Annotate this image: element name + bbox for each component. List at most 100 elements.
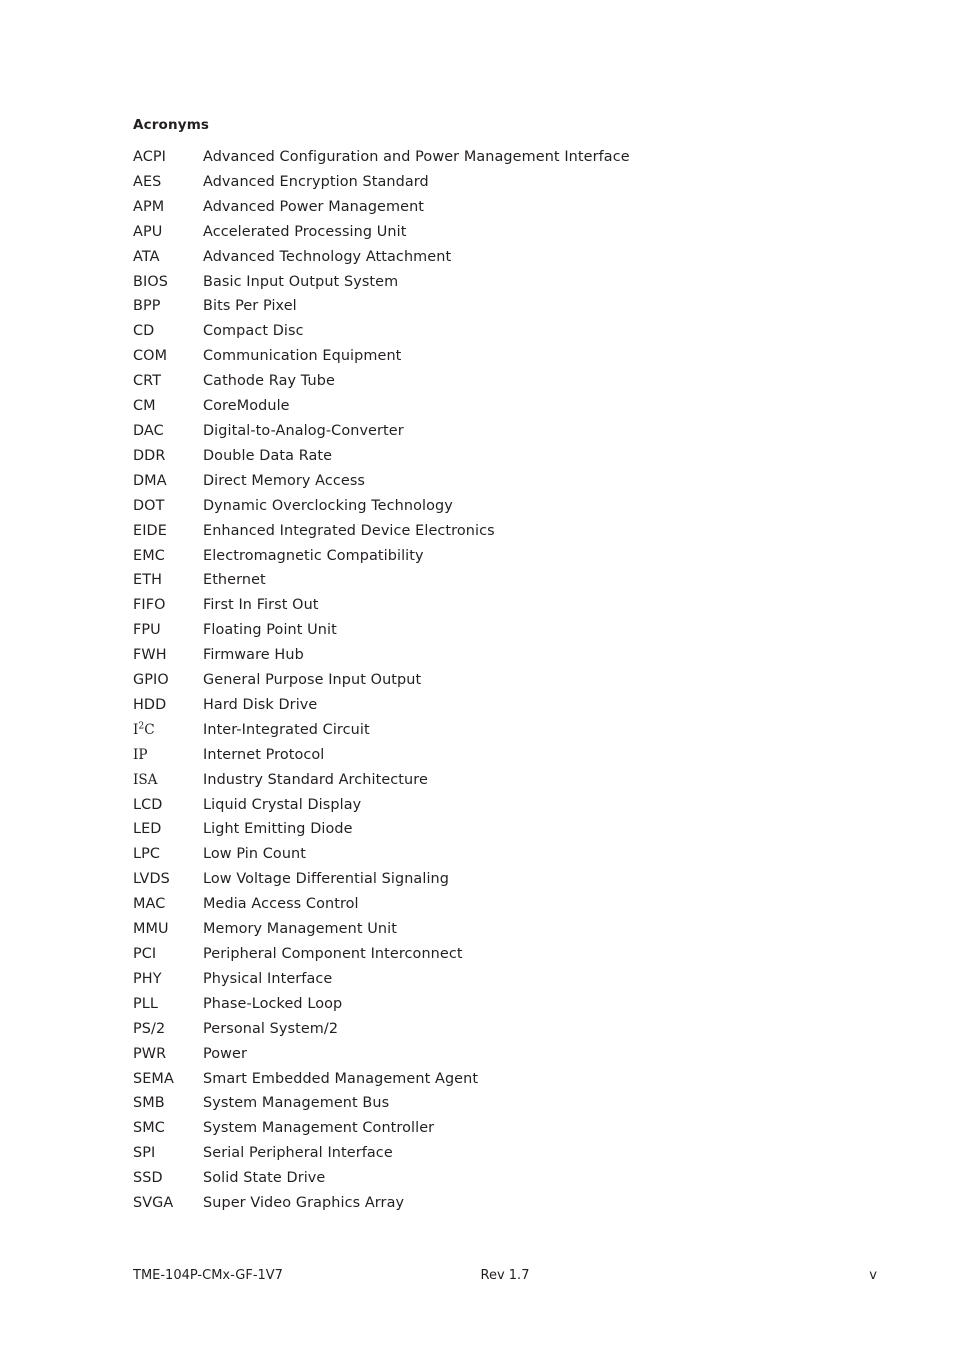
acronym-definition: Memory Management Unit [203, 921, 397, 938]
acronym-term: FPU [133, 622, 161, 639]
acronym-definition: Advanced Power Management [203, 198, 425, 215]
acronym-row: MAC Media Access Control [133, 896, 893, 921]
acronym-row: BIOS Basic Input Output System [133, 274, 893, 299]
acronym-row: PLL Phase-Locked Loop [133, 996, 893, 1021]
acronym-term: SPI [133, 1145, 156, 1162]
acronym-row: SSD Solid State Drive [133, 1170, 893, 1195]
acronym-row: HDD Hard Disk Drive [133, 697, 893, 722]
acronym-row: DAC Digital-to-Analog-Converter [133, 423, 893, 448]
acronym-definition: Smart Embedded Management Agent [203, 1070, 479, 1087]
page-footer: TME-104P-CMx-GF-1V7 Rev 1.7 v [133, 1268, 877, 1288]
acronym-definition: Double Data Rate [203, 447, 333, 464]
acronym-definition: Basic Input Output System [203, 273, 399, 290]
acronym-row: GPIO General Purpose Input Output [133, 672, 893, 697]
acronym-term: MMU [133, 921, 169, 938]
acronym-term: ATA [133, 248, 160, 265]
acronym-term: APU [133, 223, 163, 240]
acronym-term: EIDE [133, 522, 167, 539]
acronym-row: I2C Inter-Integrated Circuit [133, 721, 893, 747]
acronym-term: LCD [133, 796, 163, 813]
acronym-term: PS/2 [133, 1020, 166, 1037]
acronym-term: SMC [133, 1120, 165, 1137]
acronym-definition: Personal System/2 [203, 1020, 339, 1037]
acronym-row: EMC Electromagnetic Compatibility [133, 548, 893, 573]
acronym-row: DOT Dynamic Overclocking Technology [133, 498, 893, 523]
acronym-definition: Internet Protocol [203, 746, 325, 763]
acronym-term: CM [133, 398, 156, 415]
acronym-term: SMB [133, 1095, 165, 1112]
acronym-definition: Compact Disc [203, 323, 304, 340]
acronym-row: SPI Serial Peripheral Interface [133, 1145, 893, 1170]
acronym-definition: System Management Controller [203, 1120, 435, 1137]
acronym-row: LCD Liquid Crystal Display [133, 797, 893, 822]
acronym-definition: Solid State Drive [203, 1170, 326, 1187]
acronym-definition: Industry Standard Architecture [203, 771, 428, 788]
acronym-row: ISA Industry Standard Architecture [133, 772, 893, 797]
acronym-definition: Media Access Control [203, 896, 359, 913]
acronym-row: SMB System Management Bus [133, 1095, 893, 1120]
acronym-row: DDR Double Data Rate [133, 448, 893, 473]
acronym-definition: Ethernet [203, 572, 266, 589]
acronym-term: PWR [133, 1045, 167, 1062]
acronym-definition: Power [203, 1045, 248, 1062]
acronym-definition: Bits Per Pixel [203, 298, 297, 315]
acronym-row: ACPI Advanced Configuration and Power Man… [133, 149, 893, 174]
acronym-row: IP Internet Protocol [133, 747, 893, 772]
acronym-row: AES Advanced Encryption Standard [133, 174, 893, 199]
acronym-term: COM [133, 348, 168, 365]
acronym-term: PHY [133, 970, 162, 987]
acronym-definition: Advanced Encryption Standard [203, 173, 429, 190]
acronym-row: FIFO First In First Out [133, 597, 893, 622]
acronym-term: SEMA [133, 1070, 174, 1087]
acronym-definition: System Management Bus [203, 1095, 390, 1112]
acronym-term: PLL [133, 995, 159, 1012]
acronym-definition: Low Pin Count [203, 846, 307, 863]
acronym-term: ACPI [133, 149, 166, 165]
acronym-term: MAC [133, 896, 166, 913]
acronym-definition: Super Video Graphics Array [203, 1195, 405, 1212]
acronym-row: ATA Advanced Technology Attachment [133, 249, 893, 274]
acronym-row: LVDS Low Voltage Differential Signaling [133, 871, 893, 896]
acronym-definition: Serial Peripheral Interface [203, 1145, 393, 1162]
acronym-definition: Dynamic Overclocking Technology [203, 497, 453, 514]
acronym-term: DOT [133, 497, 165, 514]
acronym-row: PWR Power [133, 1046, 893, 1071]
acronym-term: GPIO [133, 672, 169, 689]
acronym-row: FWH Firmware Hub [133, 647, 893, 672]
acronym-term: DAC [133, 422, 164, 439]
acronym-row: FPU Floating Point Unit [133, 622, 893, 647]
acronym-term: APM [133, 198, 165, 215]
acronym-row: PS/2 Personal System/2 [133, 1021, 893, 1046]
acronym-row: PHY Physical Interface [133, 971, 893, 996]
acronym-definition: Peripheral Component Interconnect [203, 946, 463, 962]
acronym-definition: Cathode Ray Tube [203, 373, 335, 390]
acronym-row: SEMA Smart Embedded Management Agent [133, 1071, 893, 1096]
acronym-term: HDD [133, 696, 167, 713]
acronym-term: AES [133, 173, 162, 190]
acronym-row: PCI Peripheral Component Interconnect [133, 946, 893, 971]
acronym-term: DMA [133, 472, 167, 489]
acronym-term: SSD [133, 1170, 163, 1187]
document-page: Acronyms ACPI Advanced Configuration and … [0, 0, 954, 1350]
acronym-term: IP [133, 746, 148, 763]
acronym-definition: Floating Point Unit [203, 622, 337, 639]
acronym-row: COM Communication Equipment [133, 348, 893, 373]
acronym-term: FWH [133, 647, 167, 664]
acronym-term: DDR [133, 447, 166, 464]
acronym-definition: General Purpose Input Output [203, 672, 422, 689]
acronym-term: LVDS [133, 871, 170, 888]
acronym-definition: First In First Out [203, 597, 319, 614]
acronym-term: SVGA [133, 1195, 174, 1212]
acronym-row: EIDE Enhanced Integrated Device Electroni… [133, 523, 893, 548]
acronym-row: APU Accelerated Processing Unit [133, 224, 893, 249]
acronym-definition: Firmware Hub [203, 647, 304, 664]
acronym-row: MMU Memory Management Unit [133, 921, 893, 946]
acronym-row: CM CoreModule [133, 398, 893, 423]
acronym-term: FIFO [133, 597, 166, 614]
acronym-row: DMA Direct Memory Access [133, 473, 893, 498]
acronym-definition: Liquid Crystal Display [203, 796, 362, 813]
acronym-term: BIOS [133, 273, 168, 290]
page-title: Acronyms [133, 117, 210, 133]
acronym-definition: Electromagnetic Compatibility [203, 547, 424, 564]
acronym-row: SVGA Super Video Graphics Array [133, 1195, 893, 1220]
